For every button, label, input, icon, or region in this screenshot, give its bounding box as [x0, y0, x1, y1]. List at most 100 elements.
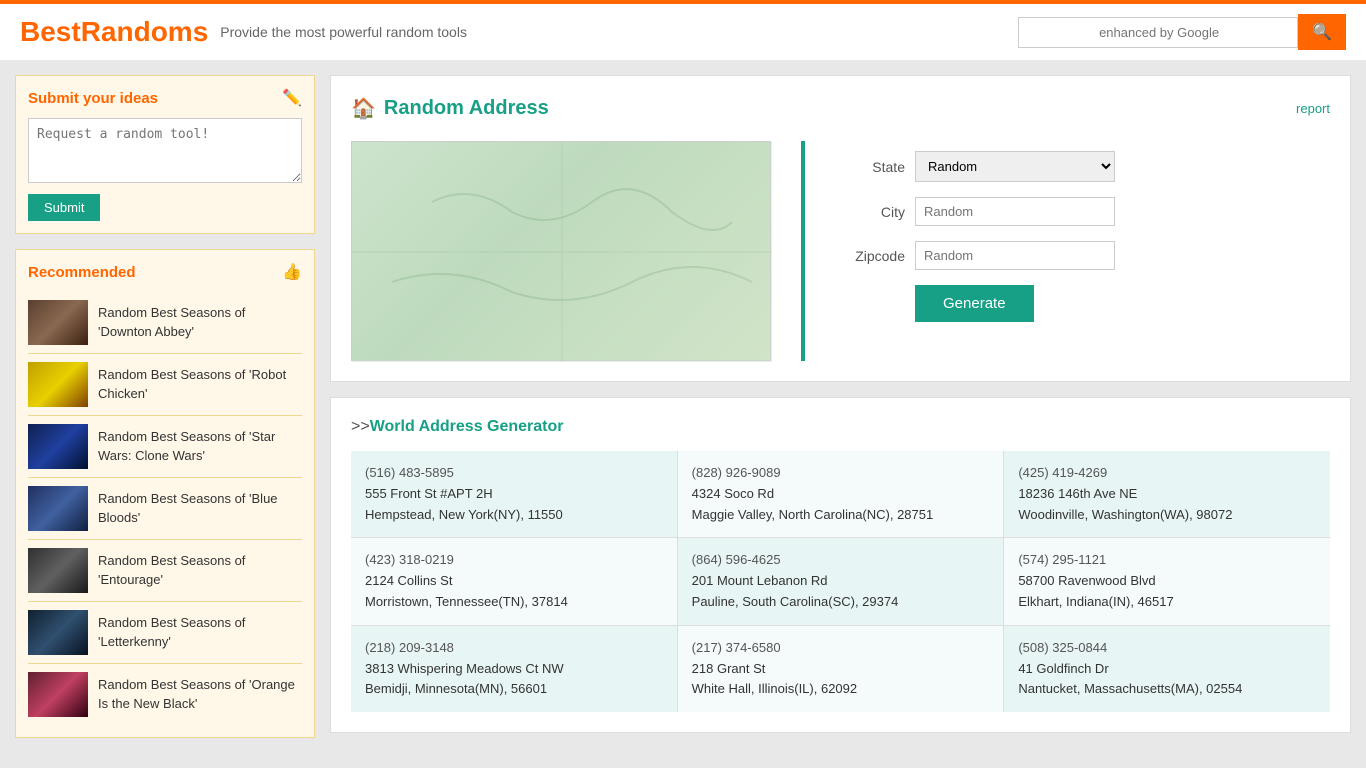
- submit-button[interactable]: Submit: [28, 194, 100, 221]
- address-city: Woodinville, Washington(WA), 98072: [1018, 505, 1316, 526]
- recommended-item[interactable]: Random Best Seasons of 'Entourage': [28, 540, 302, 602]
- address-cell: (425) 419-426918236 146th Ave NEWoodinvi…: [1004, 451, 1330, 537]
- edit-icon: ✏️: [282, 88, 302, 108]
- header: BestRandoms Provide the most powerful ra…: [0, 0, 1366, 60]
- rec-label: Random Best Seasons of 'Robot Chicken': [98, 366, 302, 402]
- submit-textarea[interactable]: [28, 118, 302, 183]
- address-city: Nantucket, Massachusetts(MA), 02554: [1018, 679, 1316, 700]
- state-label: State: [835, 159, 905, 175]
- submit-ideas-header: Submit your ideas ✏️: [28, 88, 302, 108]
- teal-divider: [801, 141, 805, 361]
- address-street: 2124 Collins St: [365, 571, 663, 592]
- generate-button[interactable]: Generate: [915, 285, 1034, 322]
- content: 🏠 Random Address report: [330, 75, 1351, 738]
- zipcode-input[interactable]: [915, 241, 1115, 270]
- submit-ideas-box: Submit your ideas ✏️ Submit: [15, 75, 315, 234]
- address-cell: (516) 483-5895555 Front St #APT 2HHempst…: [351, 451, 677, 537]
- random-address-header: 🏠 Random Address report: [351, 96, 1330, 121]
- generate-row: Generate: [835, 285, 1330, 322]
- address-grid: (516) 483-5895555 Front St #APT 2HHempst…: [351, 451, 1330, 712]
- sidebar: Submit your ideas ✏️ Submit Recommended …: [15, 75, 315, 738]
- address-street: 58700 Ravenwood Blvd: [1018, 571, 1316, 592]
- header-left: BestRandoms Provide the most powerful ra…: [20, 16, 467, 48]
- world-address-box: >>World Address Generator (516) 483-5895…: [330, 397, 1351, 733]
- city-input[interactable]: [915, 197, 1115, 226]
- recommended-box: Recommended 👍 Random Best Seasons of 'Do…: [15, 249, 315, 738]
- address-phone: (828) 926-9089: [692, 463, 990, 484]
- rec-thumbnail: [28, 548, 88, 593]
- recommended-item[interactable]: Random Best Seasons of 'Orange Is the Ne…: [28, 664, 302, 725]
- address-controls: State RandomAlabamaAlaskaArizonaArkansas…: [835, 141, 1330, 361]
- world-address-prefix: >>: [351, 418, 370, 435]
- rec-thumbnail: [28, 300, 88, 345]
- state-row: State RandomAlabamaAlaskaArizonaArkansas…: [835, 151, 1330, 182]
- recommended-item[interactable]: Random Best Seasons of 'Letterkenny': [28, 602, 302, 664]
- address-city: Maggie Valley, North Carolina(NC), 28751: [692, 505, 990, 526]
- address-phone: (425) 419-4269: [1018, 463, 1316, 484]
- report-link[interactable]: report: [1296, 101, 1330, 116]
- main-layout: Submit your ideas ✏️ Submit Recommended …: [0, 60, 1366, 753]
- rec-thumbnail: [28, 486, 88, 531]
- home-icon: 🏠: [351, 96, 376, 121]
- site-title: BestRandoms: [20, 16, 208, 48]
- city-label: City: [835, 204, 905, 220]
- recommended-header: Recommended 👍: [28, 262, 302, 282]
- rec-label: Random Best Seasons of 'Orange Is the Ne…: [98, 676, 302, 712]
- address-city: Bemidji, Minnesota(MN), 56601: [365, 679, 663, 700]
- address-street: 201 Mount Lebanon Rd: [692, 571, 990, 592]
- address-cell: (828) 926-90894324 Soco RdMaggie Valley,…: [678, 451, 1004, 537]
- zipcode-row: Zipcode: [835, 241, 1330, 270]
- rec-label: Random Best Seasons of 'Star Wars: Clone…: [98, 428, 302, 464]
- recommended-list: Random Best Seasons of 'Downton Abbey' Ra…: [28, 292, 302, 725]
- rec-thumbnail: [28, 424, 88, 469]
- address-cell: (574) 295-112158700 Ravenwood BlvdElkhar…: [1004, 538, 1330, 624]
- search-bar: 🔍: [1018, 14, 1346, 50]
- address-city: Hempstead, New York(NY), 11550: [365, 505, 663, 526]
- submit-ideas-title: Submit your ideas: [28, 90, 158, 107]
- search-button[interactable]: 🔍: [1298, 14, 1346, 50]
- rec-thumbnail: [28, 362, 88, 407]
- rec-thumbnail: [28, 610, 88, 655]
- address-phone: (217) 374-6580: [692, 638, 990, 659]
- address-phone: (864) 596-4625: [692, 550, 990, 571]
- address-street: 555 Front St #APT 2H: [365, 484, 663, 505]
- recommended-item[interactable]: Random Best Seasons of 'Downton Abbey': [28, 292, 302, 354]
- search-input[interactable]: [1018, 17, 1298, 48]
- state-select[interactable]: RandomAlabamaAlaskaArizonaArkansasCalifo…: [915, 151, 1115, 182]
- address-cell: (423) 318-02192124 Collins StMorristown,…: [351, 538, 677, 624]
- recommended-item[interactable]: Random Best Seasons of 'Blue Bloods': [28, 478, 302, 540]
- world-address-header: >>World Address Generator: [351, 418, 1330, 436]
- address-city: White Hall, Illinois(IL), 62092: [692, 679, 990, 700]
- rec-thumbnail: [28, 672, 88, 717]
- random-address-title: 🏠 Random Address: [351, 96, 549, 121]
- city-row: City: [835, 197, 1330, 226]
- address-city: Elkhart, Indiana(IN), 46517: [1018, 592, 1316, 613]
- search-wrapper: [1018, 17, 1298, 48]
- recommended-title: Recommended: [28, 264, 136, 281]
- address-street: 4324 Soco Rd: [692, 484, 990, 505]
- recommended-item[interactable]: Random Best Seasons of 'Robot Chicken': [28, 354, 302, 416]
- zipcode-label: Zipcode: [835, 248, 905, 264]
- rec-label: Random Best Seasons of 'Downton Abbey': [98, 304, 302, 340]
- rec-label: Random Best Seasons of 'Blue Bloods': [98, 490, 302, 526]
- address-phone: (508) 325-0844: [1018, 638, 1316, 659]
- address-cell: (217) 374-6580218 Grant StWhite Hall, Il…: [678, 626, 1004, 712]
- address-phone: (574) 295-1121: [1018, 550, 1316, 571]
- recommended-item[interactable]: Random Best Seasons of 'Star Wars: Clone…: [28, 416, 302, 478]
- random-address-box: 🏠 Random Address report: [330, 75, 1351, 382]
- address-city: Morristown, Tennessee(TN), 37814: [365, 592, 663, 613]
- address-cell: (218) 209-31483813 Whispering Meadows Ct…: [351, 626, 677, 712]
- address-cell: (864) 596-4625201 Mount Lebanon RdPaulin…: [678, 538, 1004, 624]
- address-street: 218 Grant St: [692, 659, 990, 680]
- address-map: [351, 141, 771, 361]
- address-phone: (423) 318-0219: [365, 550, 663, 571]
- address-street: 41 Goldfinch Dr: [1018, 659, 1316, 680]
- site-tagline: Provide the most powerful random tools: [220, 24, 467, 40]
- world-address-title-text[interactable]: World Address Generator: [370, 418, 564, 435]
- address-street: 3813 Whispering Meadows Ct NW: [365, 659, 663, 680]
- rec-label: Random Best Seasons of 'Letterkenny': [98, 614, 302, 650]
- address-city: Pauline, South Carolina(SC), 29374: [692, 592, 990, 613]
- thumbs-up-icon: 👍: [282, 262, 302, 282]
- address-cell: (508) 325-084441 Goldfinch DrNantucket, …: [1004, 626, 1330, 712]
- address-phone: (218) 209-3148: [365, 638, 663, 659]
